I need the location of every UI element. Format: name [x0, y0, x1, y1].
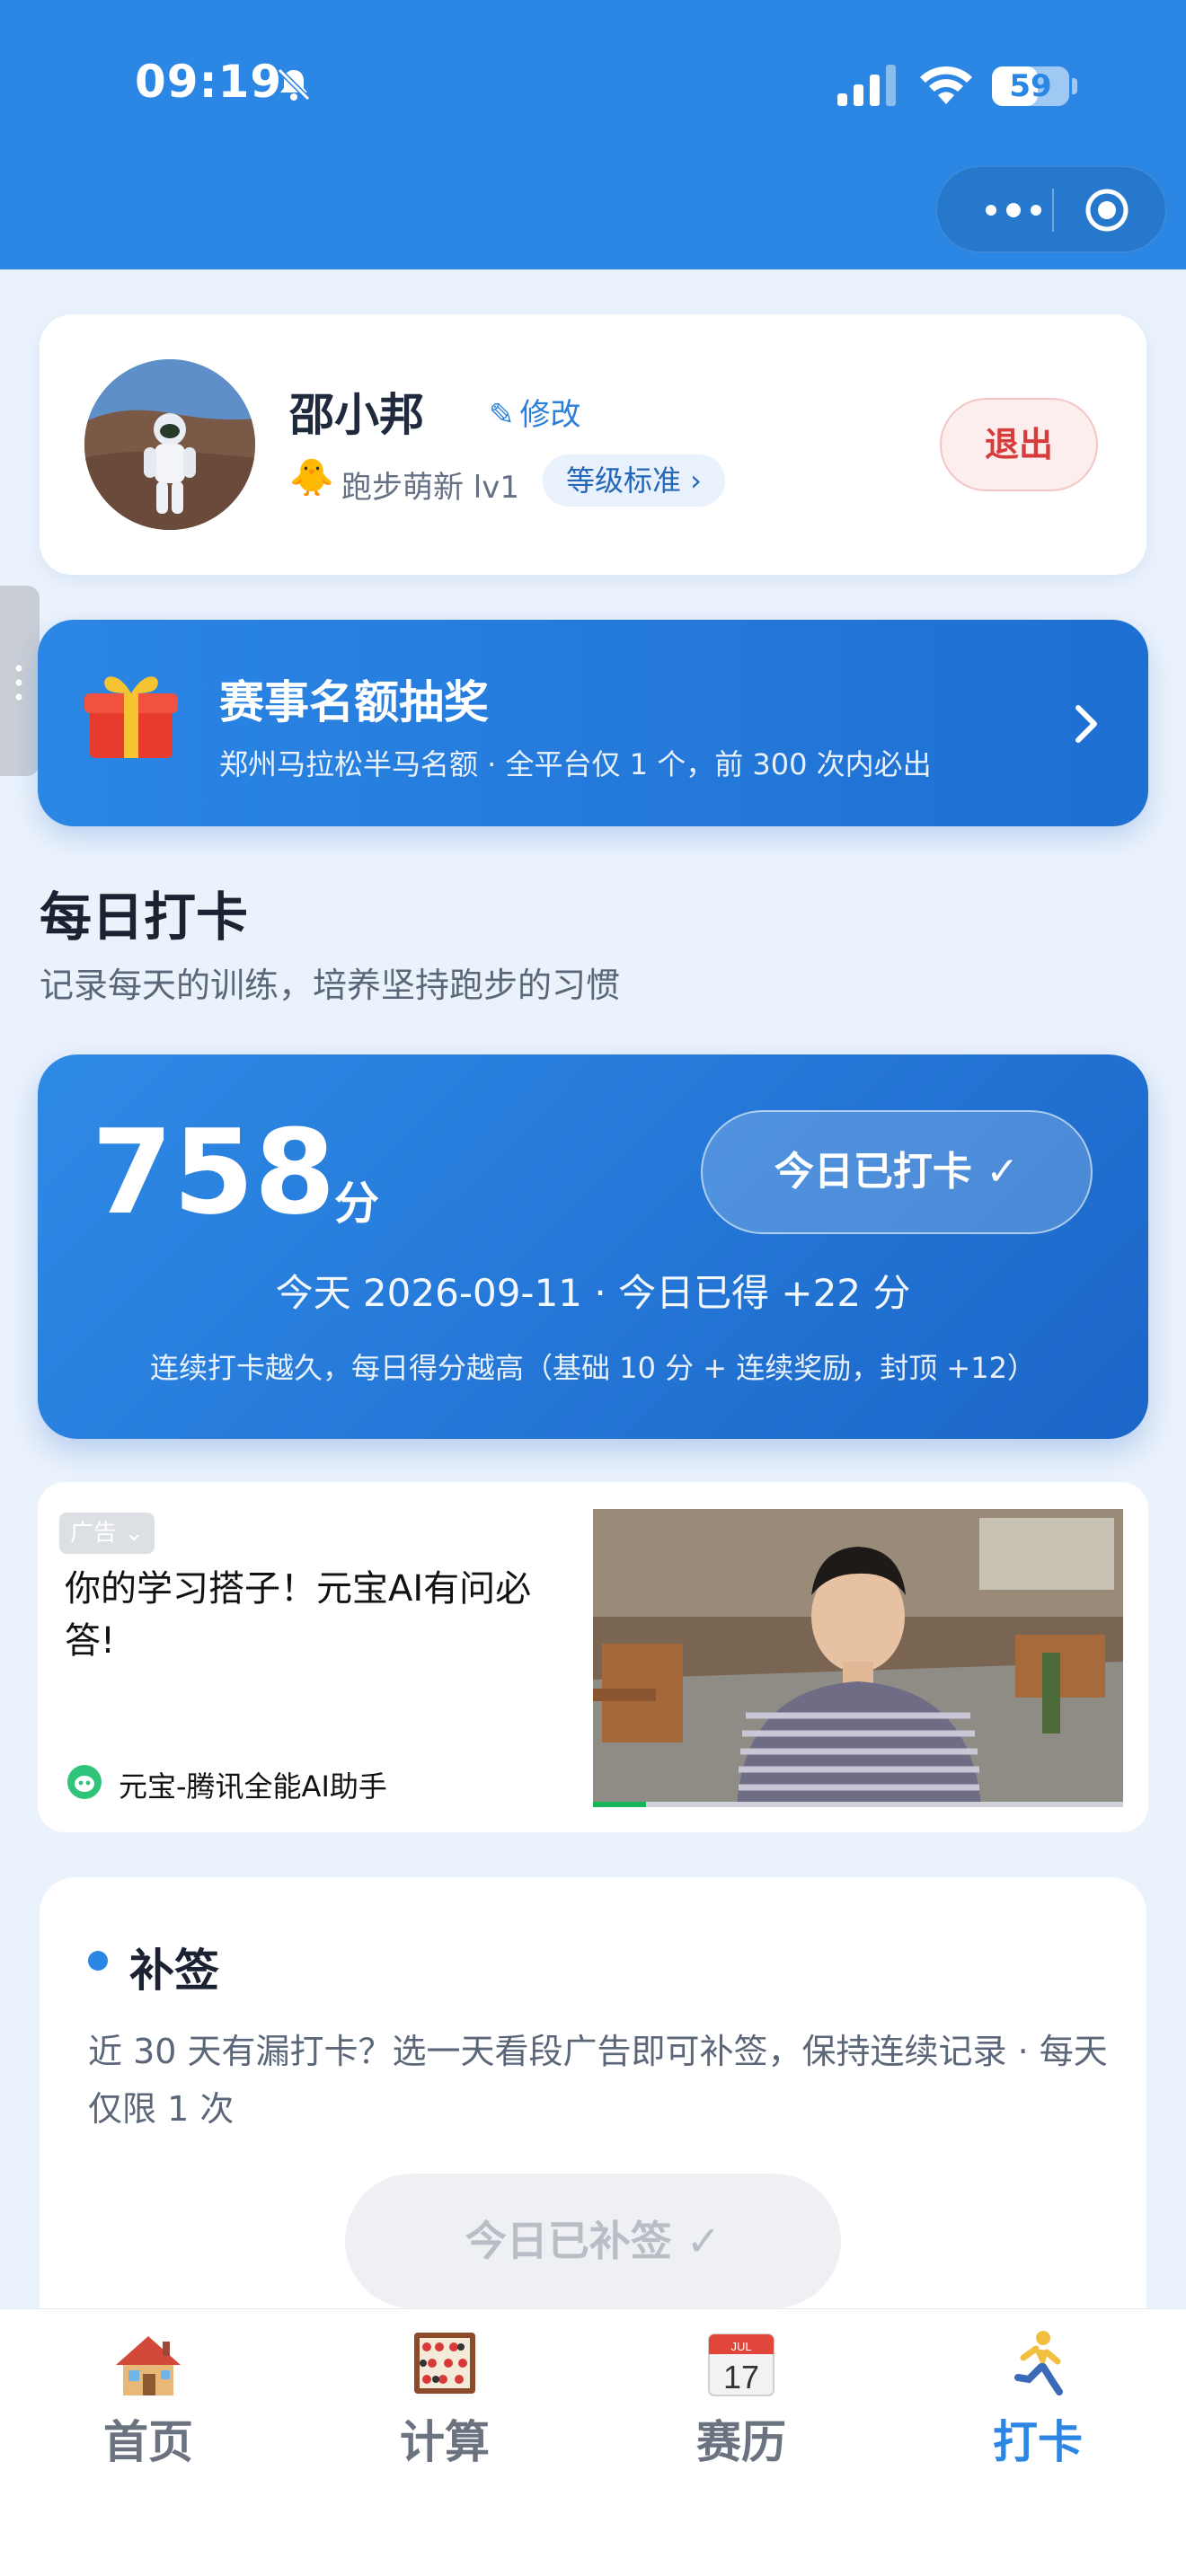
- edit-name-link[interactable]: ✎ 修改: [489, 390, 581, 434]
- signal-icon: [837, 65, 896, 106]
- calendar-month: JUL: [730, 2340, 751, 2353]
- checked-in-button[interactable]: 今日已打卡 ✓: [701, 1110, 1093, 1234]
- ad-video-frame: [593, 1509, 1123, 1805]
- makeup-description: 近 30 天有漏打卡？选一天看段广告即可补签，保持连续记录 · 每天仅限 1 次: [88, 2032, 1108, 2129]
- ad-badge[interactable]: 广告 ⌄: [59, 1513, 155, 1554]
- ad-video[interactable]: [593, 1509, 1123, 1805]
- bottom-tab-bar: 首页 计算 JUL 17 赛历 打卡: [0, 2308, 1186, 2576]
- section-dot: [88, 1951, 108, 1971]
- lottery-banner[interactable]: 赛事名额抽奖 郑州马拉松半马名额 · 全平台仅 1 个，前 300 次内必出: [38, 620, 1148, 826]
- tab-home[interactable]: 首页: [0, 2309, 296, 2489]
- battery-indicator: 59: [992, 66, 1069, 106]
- user-name: 邵小邦: [289, 389, 424, 441]
- level-standard-button[interactable]: 等级标准 ›: [543, 454, 725, 507]
- profile-card: 邵小邦 ✎ 修改 🐥 跑步萌新 lv1 等级标准 › 退出: [40, 314, 1146, 575]
- calendar-day: 17: [723, 2359, 759, 2395]
- ad-card[interactable]: 广告 ⌄ 你的学习搭子！元宝AI有问必答! 元宝-腾讯全能AI助手: [38, 1482, 1148, 1832]
- side-drawer-handle[interactable]: [0, 586, 40, 776]
- tab-label-calculate: 计算: [400, 2416, 490, 2468]
- lottery-title: 赛事名额抽奖: [219, 676, 489, 728]
- more-icon[interactable]: [973, 194, 1054, 226]
- lottery-subtitle: 郑州马拉松半马名额 · 全平台仅 1 个，前 300 次内必出: [219, 747, 932, 781]
- tab-label-checkin: 打卡: [993, 2416, 1083, 2468]
- gift-icon: [84, 676, 178, 758]
- score-value: 758: [92, 1104, 336, 1240]
- house-icon: [116, 2336, 181, 2395]
- mini-program-capsule: [936, 166, 1166, 252]
- ad-video-progress-fill: [593, 1802, 646, 1807]
- avatar[interactable]: [84, 359, 255, 530]
- checkin-section-subtitle: 记录每天的训练，培养坚持跑步的习惯: [40, 966, 621, 1005]
- wifi-icon: [920, 66, 972, 104]
- score-unit: 分: [334, 1178, 379, 1230]
- ad-brand: 元宝-腾讯全能AI助手: [119, 1769, 387, 1804]
- chick-icon: 🐥: [289, 457, 334, 498]
- logout-button[interactable]: 退出: [940, 398, 1098, 491]
- chevron-down-icon: ⌄: [124, 1520, 145, 1547]
- abacus-icon: [414, 2333, 475, 2394]
- level-text: 跑步萌新 lv1: [341, 470, 520, 506]
- tab-calculate[interactable]: 计算: [296, 2309, 593, 2489]
- drag-dots-icon: [15, 665, 22, 701]
- checkin-section-title: 每日打卡: [40, 887, 249, 948]
- ad-badge-label: 广告: [70, 1520, 118, 1547]
- calendar-icon: JUL 17: [708, 2333, 774, 2396]
- today-info: 今天 2026-09-11 · 今日已得 +22 分: [275, 1271, 911, 1315]
- bell-muted-icon: [277, 67, 311, 101]
- score-rule: 连续打卡越久，每日得分越高（基础 10 分 + 连续奖励，封顶 +12）: [150, 1351, 1036, 1385]
- header: 09:19 59: [0, 0, 1186, 269]
- makeup-done-button[interactable]: 今日已补签 ✓: [345, 2174, 841, 2308]
- ad-video-progress: [593, 1802, 1123, 1807]
- yuanbao-logo-icon: [67, 1765, 102, 1799]
- edit-label: 修改: [519, 397, 581, 433]
- ad-title: 你的学习搭子！元宝AI有问必答!: [65, 1568, 532, 1662]
- pencil-icon: ✎: [489, 397, 515, 433]
- runner-icon: [1014, 2331, 1063, 2395]
- battery-tip: [1072, 78, 1077, 94]
- score-card: 758 分 今日已打卡 ✓ 今天 2026-09-11 · 今日已得 +22 分…: [38, 1054, 1148, 1439]
- battery-level: 59: [1009, 68, 1052, 104]
- astronaut-photo: [84, 359, 255, 530]
- tab-label-calendar: 赛历: [696, 2416, 786, 2468]
- tab-label-home: 首页: [103, 2416, 193, 2468]
- status-time: 09:19: [135, 56, 283, 108]
- close-target-icon[interactable]: [1084, 187, 1130, 234]
- tab-calendar[interactable]: JUL 17 赛历: [593, 2309, 890, 2489]
- makeup-title: 补签: [129, 1945, 219, 1997]
- chevron-right-icon: [1075, 705, 1097, 743]
- capsule-divider: [1052, 189, 1054, 232]
- page: 09:19 59 邵小邦 ✎ 修改 🐥 跑步萌新 lv1 等级标准 › 退出 赛…: [0, 0, 1186, 2576]
- tab-checkin[interactable]: 打卡: [890, 2309, 1186, 2489]
